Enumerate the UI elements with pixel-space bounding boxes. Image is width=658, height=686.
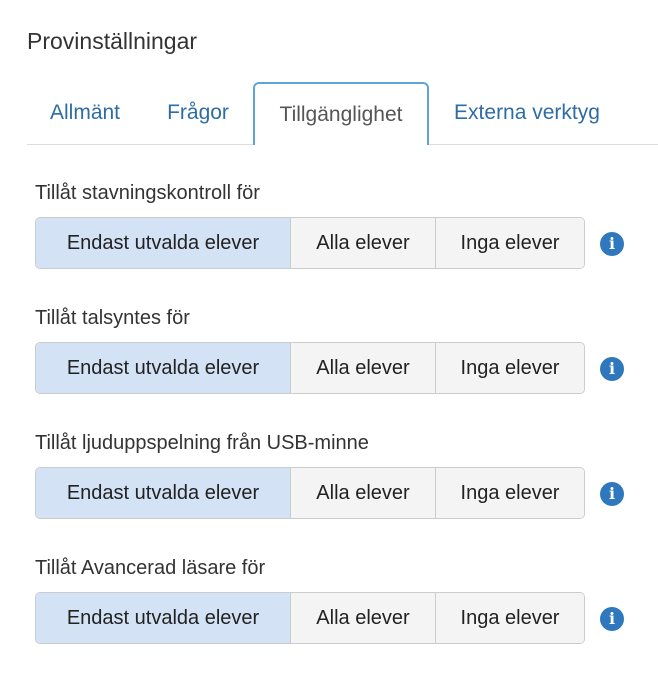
text-to-speech-setting-label: Tillåt talsyntes för (35, 307, 190, 329)
usb-audio-option-group: Endast utvalda elever Alla elever Inga e… (35, 467, 585, 519)
text-to-speech-option-no-students[interactable]: Inga elever (435, 343, 584, 393)
spellcheck-option-all-students[interactable]: Alla elever (290, 218, 435, 268)
tab-allmant[interactable]: Allmänt (27, 82, 143, 144)
advanced-reader-option-no-students[interactable]: Inga elever (435, 593, 584, 643)
info-icon[interactable]: i (600, 232, 624, 256)
usb-audio-option-no-students[interactable]: Inga elever (435, 468, 584, 518)
advanced-reader-option-group: Endast utvalda elever Alla elever Inga e… (35, 592, 585, 644)
info-icon[interactable]: i (600, 357, 624, 381)
text-to-speech-option-all-students[interactable]: Alla elever (290, 343, 435, 393)
spellcheck-option-selected-students[interactable]: Endast utvalda elever (36, 218, 290, 268)
advanced-reader-option-selected-students[interactable]: Endast utvalda elever (36, 593, 290, 643)
text-to-speech-option-group: Endast utvalda elever Alla elever Inga e… (35, 342, 585, 394)
tab-externa-verktyg[interactable]: Externa verktyg (429, 82, 625, 144)
info-icon[interactable]: i (600, 482, 624, 506)
usb-audio-option-all-students[interactable]: Alla elever (290, 468, 435, 518)
tab-tillganglighet[interactable]: Tillgänglighet (253, 82, 429, 145)
tab-bar: Allmänt Frågor Tillgänglighet Externa ve… (27, 82, 658, 145)
spellcheck-setting-label: Tillåt stavningskontroll för (35, 182, 260, 204)
advanced-reader-setting-label: Tillåt Avancerad läsare för (35, 557, 266, 579)
page-title: Provinställningar (27, 28, 198, 54)
spellcheck-option-group: Endast utvalda elever Alla elever Inga e… (35, 217, 585, 269)
info-icon[interactable]: i (600, 607, 624, 631)
tab-fragor[interactable]: Frågor (143, 82, 253, 144)
usb-audio-setting-label: Tillåt ljuduppspelning från USB-minne (35, 432, 369, 454)
usb-audio-option-selected-students[interactable]: Endast utvalda elever (36, 468, 290, 518)
text-to-speech-option-selected-students[interactable]: Endast utvalda elever (36, 343, 290, 393)
advanced-reader-option-all-students[interactable]: Alla elever (290, 593, 435, 643)
spellcheck-option-no-students[interactable]: Inga elever (435, 218, 584, 268)
